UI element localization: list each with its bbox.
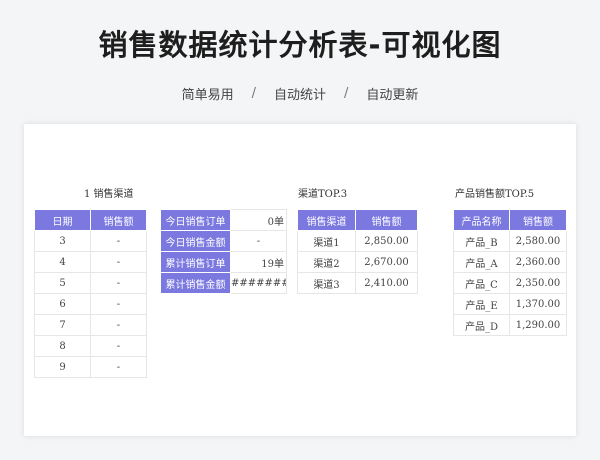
channel-section-label: 渠道TOP.3: [298, 189, 348, 200]
channel-sales-cell[interactable]: 2,410.00: [355, 272, 418, 294]
table-row: 渠道1 2,850.00: [297, 230, 418, 252]
kpi-table: 今日销售订单 0单 今日销售金额 - 累计销售订单 19单 累计销售金额 ###…: [160, 209, 287, 294]
subtitle-item-auto-update: 自动更新: [366, 88, 419, 103]
column-header-sales: 销售额: [355, 209, 418, 231]
channel-sales-cell[interactable]: 2,670.00: [355, 251, 418, 273]
table-row: 8 -: [34, 335, 147, 357]
date-cell[interactable]: 5: [34, 272, 91, 294]
product-sales-cell[interactable]: 2,350.00: [509, 272, 567, 294]
table-row: 渠道3 2,410.00: [297, 272, 418, 294]
table-row: 3 -: [34, 230, 147, 252]
table-row: 产品_E 1,370.00: [453, 293, 567, 315]
column-header-date: 日期: [34, 209, 91, 231]
table-row: 6 -: [34, 293, 147, 315]
column-header-channel: 销售渠道: [297, 209, 356, 231]
product-name-cell[interactable]: 产品_C: [453, 272, 510, 294]
table-row: 5 -: [34, 272, 147, 294]
kpi-row: 今日销售订单 0单: [160, 209, 287, 231]
kpi-value-total-amount[interactable]: ##########: [230, 272, 287, 294]
subtitle-separator: /: [251, 86, 256, 101]
subtitle-item-easy: 简单易用: [181, 88, 234, 103]
sales-cell[interactable]: -: [90, 230, 147, 252]
kpi-row: 累计销售金额 ##########: [160, 272, 287, 294]
product-name-cell[interactable]: 产品_A: [453, 251, 510, 273]
channel-sales-cell[interactable]: 2,850.00: [355, 230, 418, 252]
sales-cell[interactable]: -: [90, 335, 147, 357]
product-sales-cell[interactable]: 1,370.00: [509, 293, 567, 315]
channel-name-cell[interactable]: 渠道3: [297, 272, 356, 294]
table-row: 4 -: [34, 251, 147, 273]
sales-cell[interactable]: -: [90, 314, 147, 336]
subtitle-bar: 简单易用 / 自动统计 / 自动更新: [0, 84, 600, 103]
product-sales-cell[interactable]: 2,580.00: [509, 230, 567, 252]
sales-cell[interactable]: -: [90, 251, 147, 273]
table-row: 9 -: [34, 356, 147, 378]
kpi-value-today-orders[interactable]: 0单: [230, 209, 287, 231]
table-row: 产品_D 1,290.00: [453, 314, 567, 336]
sheet-card: 1 销售渠道 日期 销售额 3 - 4 - 5 - 6 - 7 - 8 - 9 …: [24, 124, 576, 436]
date-cell[interactable]: 7: [34, 314, 91, 336]
table-row: 产品_C 2,350.00: [453, 272, 567, 294]
kpi-label-total-amount[interactable]: 累计销售金额: [160, 272, 231, 294]
product-name-cell[interactable]: 产品_E: [453, 293, 510, 315]
table-header-row: 日期 销售额: [34, 209, 147, 231]
date-cell[interactable]: 6: [34, 293, 91, 315]
kpi-label-today-orders[interactable]: 今日销售订单: [160, 209, 231, 231]
kpi-value-total-orders[interactable]: 19单: [230, 251, 287, 273]
subtitle-separator: /: [344, 86, 349, 101]
page-title: 销售数据统计分析表-可视化图: [98, 28, 502, 62]
column-header-product: 产品名称: [453, 209, 510, 231]
product-section-label: 产品销售额TOP.5: [455, 189, 535, 200]
sales-cell[interactable]: -: [90, 356, 147, 378]
table-row: 产品_A 2,360.00: [453, 251, 567, 273]
date-sales-table: 日期 销售额 3 - 4 - 5 - 6 - 7 - 8 - 9 -: [34, 209, 147, 378]
product-name-cell[interactable]: 产品_B: [453, 230, 510, 252]
channel-name-cell[interactable]: 渠道2: [297, 251, 356, 273]
sales-cell[interactable]: -: [90, 293, 147, 315]
table-row: 渠道2 2,670.00: [297, 251, 418, 273]
kpi-row: 今日销售金额 -: [160, 230, 287, 252]
subtitle-item-auto-stats: 自动统计: [273, 88, 326, 103]
table-row: 产品_B 2,580.00: [453, 230, 567, 252]
column-header-sales: 销售额: [509, 209, 567, 231]
date-cell[interactable]: 4: [34, 251, 91, 273]
date-cell[interactable]: 9: [34, 356, 91, 378]
channel-name-cell[interactable]: 渠道1: [297, 230, 356, 252]
table-header-row: 销售渠道 销售额: [297, 209, 418, 231]
date-cell[interactable]: 8: [34, 335, 91, 357]
kpi-value-today-amount[interactable]: -: [230, 230, 287, 252]
channel-top3-table: 销售渠道 销售额 渠道1 2,850.00 渠道2 2,670.00 渠道3 2…: [297, 209, 418, 294]
kpi-label-total-orders[interactable]: 累计销售订单: [160, 251, 231, 273]
product-top5-table: 产品名称 销售额 产品_B 2,580.00 产品_A 2,360.00 产品_…: [453, 209, 567, 336]
date-cell[interactable]: 3: [34, 230, 91, 252]
table-row: 7 -: [34, 314, 147, 336]
product-name-cell[interactable]: 产品_D: [453, 314, 510, 336]
product-sales-cell[interactable]: 2,360.00: [509, 251, 567, 273]
product-sales-cell[interactable]: 1,290.00: [509, 314, 567, 336]
sales-cell[interactable]: -: [90, 272, 147, 294]
table-header-row: 产品名称 销售额: [453, 209, 567, 231]
column-header-sales: 销售额: [90, 209, 147, 231]
kpi-label-today-amount[interactable]: 今日销售金额: [160, 230, 231, 252]
kpi-row: 累计销售订单 19单: [160, 251, 287, 273]
date-section-label: 1 销售渠道: [84, 189, 134, 200]
